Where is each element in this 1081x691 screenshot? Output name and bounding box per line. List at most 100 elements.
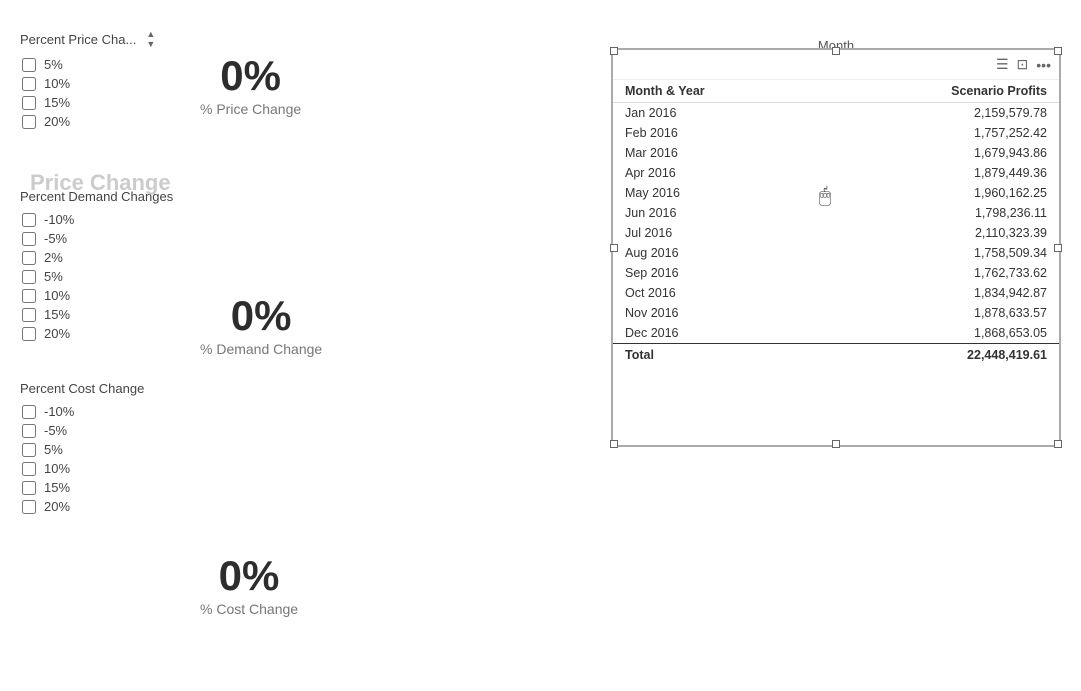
cost-checkbox-15[interactable]: [22, 481, 36, 495]
cost-option-n10: -10%: [22, 404, 540, 419]
cost-checkbox-list: -10% -5% 5% 10% 15%: [22, 404, 540, 514]
menu-icon[interactable]: ☰: [996, 56, 1009, 73]
more-icon[interactable]: •••: [1036, 57, 1051, 73]
demand-label-15: 15%: [44, 307, 70, 322]
cell-month: Feb 2016: [613, 123, 820, 143]
scenario-profits-table: Month & Year Scenario Profits Jan 2016 2…: [613, 80, 1059, 365]
demand-option-n10: -10%: [22, 212, 540, 227]
table-row: Jul 2016 2,110,323.39: [613, 223, 1059, 243]
cost-filter-section: Percent Cost Change -10% -5% 5% 10%: [20, 381, 540, 514]
cost-checkbox-5[interactable]: [22, 443, 36, 457]
resize-handle-bl[interactable]: [610, 440, 618, 448]
cost-option-20: 20%: [22, 499, 540, 514]
price-checkbox-10[interactable]: [22, 77, 36, 91]
demand-label-20: 20%: [44, 326, 70, 341]
sort-up-icon[interactable]: ▲: [146, 30, 155, 39]
price-label-10: 10%: [44, 76, 70, 91]
price-label-15: 15%: [44, 95, 70, 110]
cell-month: Sep 2016: [613, 263, 820, 283]
cell-profits: 1,758,509.34: [820, 243, 1059, 263]
resize-handle-mr[interactable]: [1054, 244, 1062, 252]
cost-section-header: Percent Cost Change: [20, 381, 540, 396]
demand-checkbox-15[interactable]: [22, 308, 36, 322]
cell-profits: 1,762,733.62: [820, 263, 1059, 283]
table-row: Jan 2016 2,159,579.78: [613, 103, 1059, 124]
table-row: Dec 2016 1,868,653.05: [613, 323, 1059, 344]
price-value-section: 0% % Price Change: [200, 55, 301, 117]
cost-label-n5: -5%: [44, 423, 67, 438]
price-big-label: % Price Change: [200, 101, 301, 117]
cost-big-label: % Cost Change: [200, 601, 298, 617]
demand-section-header: Percent Demand Changes: [20, 189, 540, 204]
demand-checkbox-10[interactable]: [22, 289, 36, 303]
sort-down-icon[interactable]: ▼: [146, 40, 155, 49]
cost-label-15: 15%: [44, 480, 70, 495]
demand-big-value: 0%: [231, 295, 292, 337]
price-checkbox-5[interactable]: [22, 58, 36, 72]
col-header-month: Month & Year: [613, 80, 820, 103]
cell-month: Mar 2016: [613, 143, 820, 163]
demand-checkbox-20[interactable]: [22, 327, 36, 341]
table-total-row: Total 22,448,419.61: [613, 344, 1059, 366]
cost-label-10: 10%: [44, 461, 70, 476]
table-row: Jun 2016 1,798,236.11: [613, 203, 1059, 223]
resize-handle-ml[interactable]: [610, 244, 618, 252]
cell-month: Aug 2016: [613, 243, 820, 263]
cell-profits: 1,868,653.05: [820, 323, 1059, 344]
resize-handle-tl[interactable]: [610, 47, 618, 55]
cost-value-section: 0% % Cost Change: [200, 555, 298, 617]
table-spacer: [613, 365, 1059, 445]
price-checkbox-15[interactable]: [22, 96, 36, 110]
table-widget: ☰ ⊡ ••• Month & Year Scenario Profits Ja…: [611, 48, 1061, 447]
cell-profits: 1,798,236.11: [820, 203, 1059, 223]
table-row: Feb 2016 1,757,252.42: [613, 123, 1059, 143]
cell-month: Jul 2016: [613, 223, 820, 243]
resize-handle-bm[interactable]: [832, 440, 840, 448]
demand-checkbox-n5[interactable]: [22, 232, 36, 246]
cell-profits: 1,679,943.86: [820, 143, 1059, 163]
cost-checkbox-10[interactable]: [22, 462, 36, 476]
cost-section-label: Percent Cost Change: [20, 381, 144, 396]
cost-label-5: 5%: [44, 442, 63, 457]
cost-checkbox-n10[interactable]: [22, 405, 36, 419]
demand-label-n10: -10%: [44, 212, 74, 227]
demand-checkbox-2[interactable]: [22, 251, 36, 265]
table-row: Sep 2016 1,762,733.62: [613, 263, 1059, 283]
cell-profits: 2,110,323.39: [820, 223, 1059, 243]
resize-handle-tm[interactable]: [832, 47, 840, 55]
demand-label-10: 10%: [44, 288, 70, 303]
cell-month: Apr 2016: [613, 163, 820, 183]
total-label: Total: [613, 344, 820, 366]
cost-checkbox-n5[interactable]: [22, 424, 36, 438]
cell-month: Nov 2016: [613, 303, 820, 323]
table-row: Mar 2016 1,679,943.86: [613, 143, 1059, 163]
price-checkbox-20[interactable]: [22, 115, 36, 129]
cost-checkbox-20[interactable]: [22, 500, 36, 514]
cost-option-10: 10%: [22, 461, 540, 476]
demand-value-section: 0% % Demand Change: [200, 295, 322, 357]
cell-profits: 1,757,252.42: [820, 123, 1059, 143]
demand-label-2: 2%: [44, 250, 63, 265]
price-label-20: 20%: [44, 114, 70, 129]
demand-section-label: Percent Demand Changes: [20, 189, 173, 204]
demand-option-n5: -5%: [22, 231, 540, 246]
table-row: May 2016 1,960,162.25: [613, 183, 1059, 203]
cell-profits: 1,834,942.87: [820, 283, 1059, 303]
cell-profits: 1,960,162.25: [820, 183, 1059, 203]
demand-checkbox-n10[interactable]: [22, 213, 36, 227]
demand-checkbox-5[interactable]: [22, 270, 36, 284]
demand-label-n5: -5%: [44, 231, 67, 246]
resize-handle-tr[interactable]: [1054, 47, 1062, 55]
cell-month: Dec 2016: [613, 323, 820, 344]
resize-handle-br[interactable]: [1054, 440, 1062, 448]
price-sort-icons: ▲ ▼: [146, 30, 155, 49]
cell-profits: 1,879,449.36: [820, 163, 1059, 183]
table-row: Aug 2016 1,758,509.34: [613, 243, 1059, 263]
demand-big-label: % Demand Change: [200, 341, 322, 357]
cell-profits: 2,159,579.78: [820, 103, 1059, 124]
price-section-label: Percent Price Cha...: [20, 32, 136, 47]
total-value: 22,448,419.61: [820, 344, 1059, 366]
cell-month: Jun 2016: [613, 203, 820, 223]
expand-icon[interactable]: ⊡: [1017, 56, 1029, 73]
cost-option-5: 5%: [22, 442, 540, 457]
